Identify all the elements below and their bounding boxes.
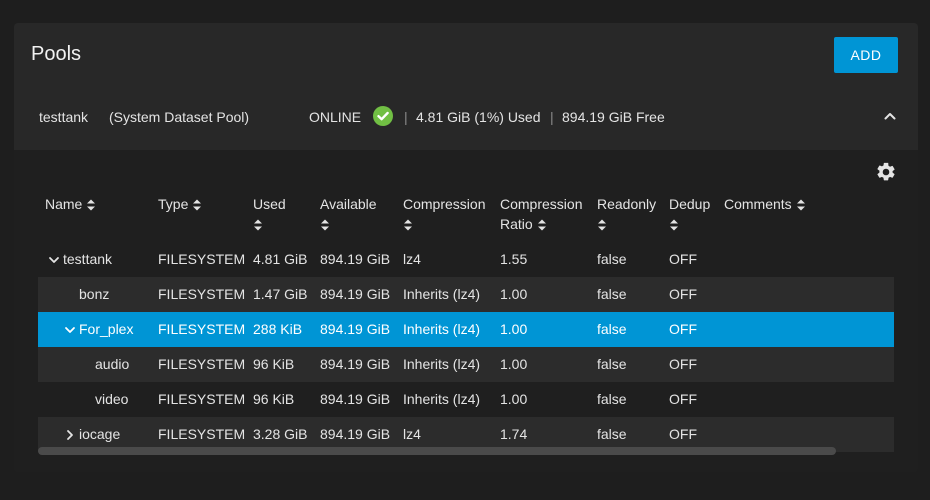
- row-ratio: 1.74: [500, 426, 528, 442]
- sort-icon[interactable]: [796, 198, 806, 212]
- row-readonly: false: [597, 251, 627, 267]
- sort-icon[interactable]: [403, 218, 413, 232]
- row-type: FILESYSTEM: [158, 391, 246, 407]
- row-ratio: 1.55: [500, 251, 528, 267]
- separator: |: [550, 109, 554, 125]
- row-used: 4.81 GiB: [253, 251, 308, 267]
- row-used: 288 KiB: [253, 321, 303, 337]
- row-ratio: 1.00: [500, 286, 528, 302]
- row-type: FILESYSTEM: [158, 286, 246, 302]
- column-header-compression-ratio[interactable]: Compression Ratio: [500, 194, 582, 234]
- table-body: testtank FILESYSTEM 4.81 GiB 894.19 GiB …: [38, 242, 894, 452]
- table-row[interactable]: video FILESYSTEM 96 KiB 894.19 GiB Inher…: [38, 382, 894, 417]
- row-available: 894.19 GiB: [320, 251, 391, 267]
- column-header-used[interactable]: Used: [253, 194, 286, 234]
- row-dedup: OFF: [669, 286, 697, 302]
- pool-status: ONLINE: [309, 109, 362, 125]
- row-available: 894.19 GiB: [320, 286, 391, 302]
- row-dedup: OFF: [669, 356, 697, 372]
- row-name-cell: bonz: [79, 286, 110, 302]
- row-compression: Inherits (lz4): [403, 286, 481, 302]
- table-row[interactable]: audio FILESYSTEM 96 KiB 894.19 GiB Inher…: [38, 347, 894, 382]
- column-header-dedup[interactable]: Dedup: [669, 194, 710, 234]
- sort-icon[interactable]: [192, 198, 202, 212]
- sort-icon[interactable]: [253, 218, 263, 232]
- pool-name: testtank: [39, 109, 89, 125]
- pools-card: Pools ADD testtank (System Dataset Pool)…: [14, 23, 918, 472]
- pool-description: (System Dataset Pool): [109, 109, 250, 125]
- row-used: 3.28 GiB: [253, 426, 308, 442]
- table-row[interactable]: testtank FILESYSTEM 4.81 GiB 894.19 GiB …: [38, 242, 894, 277]
- column-header-name[interactable]: Name: [45, 194, 96, 214]
- row-type: FILESYSTEM: [158, 356, 246, 372]
- sort-icon[interactable]: [669, 218, 679, 232]
- chevron-right-icon[interactable]: [64, 429, 76, 441]
- sort-icon[interactable]: [537, 218, 547, 232]
- row-compression: lz4: [403, 426, 421, 442]
- row-name-cell: iocage: [64, 426, 120, 442]
- pool-header-row[interactable]: testtank (System Dataset Pool) ONLINE | …: [14, 93, 918, 149]
- row-compression: Inherits (lz4): [403, 356, 481, 372]
- row-name-cell: For_plex: [64, 321, 133, 337]
- gear-icon[interactable]: [875, 161, 897, 183]
- column-header-readonly[interactable]: Readonly: [597, 194, 656, 234]
- row-name-cell: video: [95, 391, 129, 407]
- row-compression: Inherits (lz4): [403, 321, 481, 337]
- row-available: 894.19 GiB: [320, 356, 391, 372]
- row-readonly: false: [597, 426, 627, 442]
- page-title: Pools: [31, 43, 82, 65]
- row-ratio: 1.00: [500, 321, 528, 337]
- row-readonly: false: [597, 286, 627, 302]
- row-type: FILESYSTEM: [158, 321, 246, 337]
- row-dedup: OFF: [669, 426, 697, 442]
- chevron-down-icon[interactable]: [64, 324, 76, 336]
- sort-icon[interactable]: [86, 198, 96, 212]
- separator: |: [404, 109, 408, 125]
- column-header-type[interactable]: Type: [158, 194, 202, 214]
- row-used: 96 KiB: [253, 356, 295, 372]
- row-readonly: false: [597, 356, 627, 372]
- row-available: 894.19 GiB: [320, 426, 391, 442]
- column-header-available[interactable]: Available: [320, 194, 377, 234]
- table-row[interactable]: bonz FILESYSTEM 1.47 GiB 894.19 GiB Inhe…: [38, 277, 894, 312]
- chevron-up-icon[interactable]: [883, 109, 897, 123]
- row-compression: Inherits (lz4): [403, 391, 481, 407]
- row-ratio: 1.00: [500, 356, 528, 372]
- table-row-selected[interactable]: For_plex FILESYSTEM 288 KiB 894.19 GiB I…: [38, 312, 894, 347]
- check-circle-icon: [373, 106, 393, 126]
- column-header-compression[interactable]: Compression: [403, 194, 485, 234]
- row-readonly: false: [597, 391, 627, 407]
- dataset-table: Name Type Used Available Compression Com…: [14, 150, 918, 472]
- chevron-down-icon[interactable]: [48, 254, 60, 266]
- column-header-comments[interactable]: Comments: [724, 194, 806, 214]
- sort-icon[interactable]: [320, 218, 330, 232]
- add-button[interactable]: ADD: [834, 37, 898, 73]
- sort-icon[interactable]: [597, 218, 607, 232]
- row-available: 894.19 GiB: [320, 321, 391, 337]
- row-name-cell: audio: [95, 356, 130, 372]
- row-available: 894.19 GiB: [320, 391, 391, 407]
- row-type: FILESYSTEM: [158, 251, 246, 267]
- row-dedup: OFF: [669, 251, 697, 267]
- row-dedup: OFF: [669, 321, 697, 337]
- horizontal-scrollbar[interactable]: [38, 447, 836, 455]
- row-readonly: false: [597, 321, 627, 337]
- row-used: 96 KiB: [253, 391, 295, 407]
- row-dedup: OFF: [669, 391, 697, 407]
- pool-used: 4.81 GiB (1%) Used: [416, 109, 541, 125]
- pool-free: 894.19 GiB Free: [562, 109, 665, 125]
- row-compression: lz4: [403, 251, 421, 267]
- row-used: 1.47 GiB: [253, 286, 308, 302]
- row-type: FILESYSTEM: [158, 426, 246, 442]
- row-ratio: 1.00: [500, 391, 528, 407]
- row-name-cell: testtank: [48, 251, 112, 267]
